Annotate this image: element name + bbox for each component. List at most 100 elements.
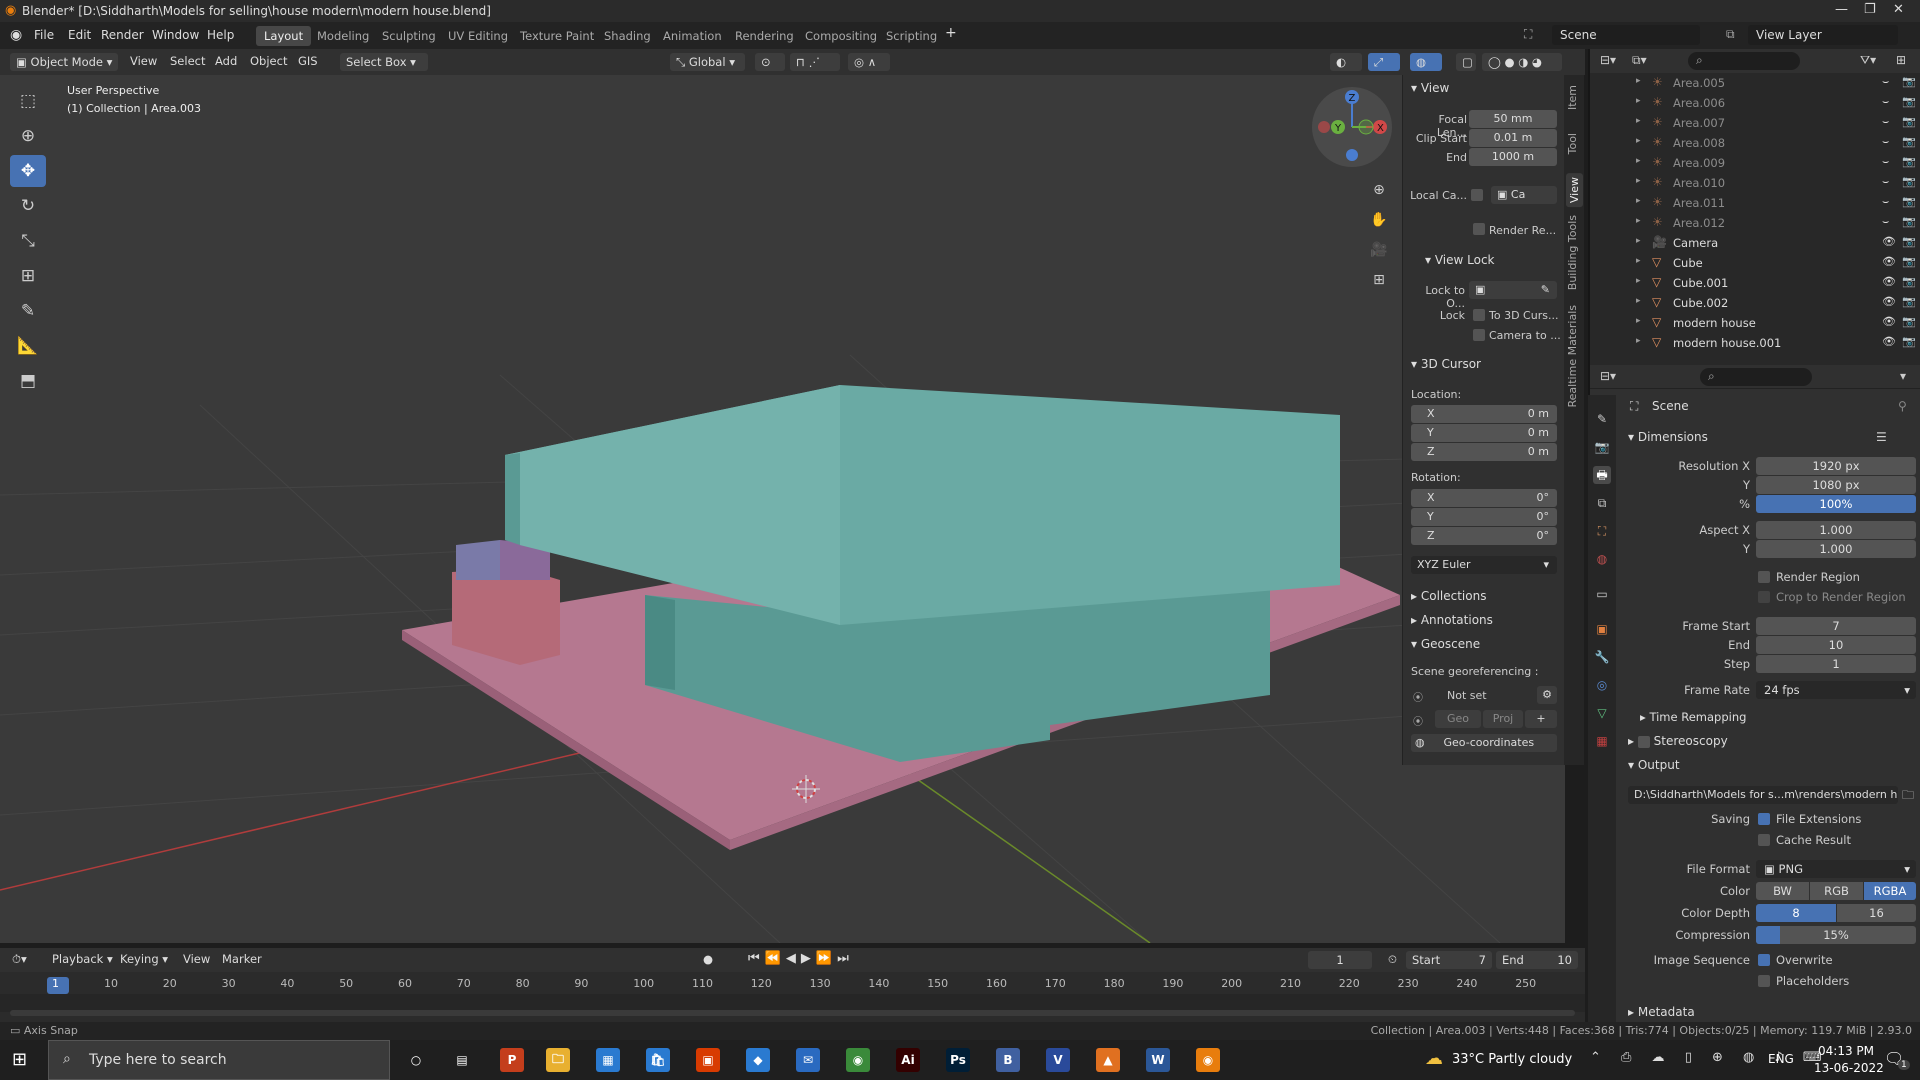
outliner-row[interactable]: ▸ ☀ Area.011 ⌣ 📷 — [1590, 193, 1920, 213]
taskbar-app-icon[interactable]: ▤ — [450, 1048, 474, 1072]
render-camera-icon[interactable]: 📷 — [1902, 275, 1916, 288]
menu-object[interactable]: Object — [250, 54, 287, 68]
add-cube-tool-icon[interactable]: ⬒ — [10, 365, 46, 397]
lock-to-object-field[interactable]: ▣ ✎ — [1469, 281, 1557, 299]
eye-icon[interactable]: 👁 — [1882, 275, 1896, 288]
sidebar-tab-view[interactable]: View — [1566, 173, 1583, 208]
render-camera-icon[interactable]: 📷 — [1902, 135, 1916, 148]
proj-button[interactable]: Proj — [1483, 710, 1523, 728]
move-tool-icon[interactable]: ✥ — [10, 155, 46, 187]
menu-gis[interactable]: GIS — [298, 54, 318, 68]
render-camera-icon[interactable]: 📷 — [1902, 95, 1916, 108]
color-depth-16-button[interactable]: 16 — [1837, 904, 1916, 922]
hidden-eye-icon[interactable]: ⌣ — [1882, 215, 1889, 229]
sidebar-tab-item[interactable]: Item — [1566, 85, 1579, 110]
frame-step-field[interactable]: 1 — [1756, 655, 1916, 673]
object-props-icon[interactable]: ▣ — [1593, 620, 1611, 638]
frame-start-field[interactable]: 7 — [1756, 617, 1916, 635]
3d-viewport[interactable]: User Perspective (1) Collection | Area.0… — [0, 75, 1565, 943]
time-remapping-header[interactable]: ▸ Time Remapping — [1640, 710, 1746, 724]
weather-text[interactable]: 33°C Partly cloudy — [1452, 1052, 1572, 1067]
file-format-dropdown[interactable]: ▣ PNG ▾ — [1756, 860, 1916, 878]
taskbar-app-icon[interactable]: 🛍 — [646, 1048, 670, 1072]
outliner-editor-icon[interactable]: ⊟▾ — [1600, 53, 1616, 67]
display-mode-icon[interactable]: ⧉▾ — [1632, 53, 1647, 68]
aspect-x-field[interactable]: 1.000 — [1756, 521, 1916, 539]
resolution-percent-field[interactable]: 100% — [1756, 495, 1916, 513]
focal-length-field[interactable]: 50 mm — [1469, 110, 1557, 128]
expand-arrow-icon[interactable]: ▸ — [1636, 196, 1641, 206]
geo-button[interactable]: Geo — [1435, 710, 1481, 728]
expand-arrow-icon[interactable]: ▸ — [1636, 276, 1641, 286]
render-props-icon[interactable]: 📷 — [1593, 438, 1611, 456]
outliner-row[interactable]: ▸ ☀ Area.006 ⌣ 📷 — [1590, 93, 1920, 113]
properties-options-icon[interactable]: ▾ — [1900, 369, 1906, 383]
outliner-row[interactable]: ▸ 🎥 Camera 👁 📷 — [1590, 233, 1920, 253]
filter-icon[interactable]: ⛛▾ — [1860, 53, 1876, 68]
tab-texture-paint[interactable]: Texture Paint — [512, 26, 602, 46]
menu-file[interactable]: File — [34, 28, 54, 42]
lock-to-cursor-checkbox[interactable] — [1473, 309, 1485, 321]
view-layer-selector[interactable]: View Layer — [1748, 25, 1898, 45]
overlay-toggle-icon[interactable]: ◍ — [1410, 53, 1442, 71]
clock-date[interactable]: 13-06-2022 — [1814, 1061, 1884, 1075]
eye-icon[interactable]: 👁 — [1882, 235, 1896, 248]
eyedropper-icon[interactable]: ✎ — [1541, 281, 1553, 299]
expand-arrow-icon[interactable]: ▸ — [1636, 116, 1641, 126]
color-rgb-button[interactable]: RGB — [1810, 882, 1863, 900]
timeline-view-menu[interactable]: View — [183, 952, 210, 966]
gizmo-toggle-icon[interactable]: ⤢ — [1368, 53, 1400, 71]
outliner-row[interactable]: ▸ ☀ Area.008 ⌣ 📷 — [1590, 133, 1920, 153]
taskbar-app-icon[interactable]: ◉ — [1196, 1048, 1220, 1072]
hidden-eye-icon[interactable]: ⌣ — [1882, 95, 1889, 109]
taskbar-app-icon[interactable]: 🗀 — [546, 1048, 570, 1072]
collections-section-header[interactable]: ▸ Collections — [1411, 589, 1486, 603]
expand-arrow-icon[interactable]: ▸ — [1636, 316, 1641, 326]
navigation-gizmo[interactable]: Z X Y — [1310, 85, 1394, 169]
close-button[interactable]: ✕ — [1893, 2, 1904, 17]
sidebar-tab-tool[interactable]: Tool — [1566, 133, 1579, 154]
eye-icon[interactable]: 👁 — [1882, 255, 1896, 268]
taskbar-app-icon[interactable]: ○ — [404, 1048, 428, 1072]
properties-editor-icon[interactable]: ⊟▾ — [1600, 369, 1616, 383]
taskbar-app-icon[interactable]: ▦ — [596, 1048, 620, 1072]
render-camera-icon[interactable]: 📷 — [1902, 195, 1916, 208]
geo-coordinates-button[interactable]: ◍ Geo-coordinates — [1411, 734, 1557, 752]
taskbar-app-icon[interactable]: B — [996, 1048, 1020, 1072]
aspect-y-field[interactable]: 1.000 — [1756, 540, 1916, 558]
expand-arrow-icon[interactable]: ▸ — [1636, 216, 1641, 226]
annotations-section-header[interactable]: ▸ Annotations — [1411, 613, 1493, 627]
marker-menu[interactable]: Marker — [222, 952, 262, 966]
crop-checkbox[interactable] — [1758, 591, 1770, 603]
expand-arrow-icon[interactable]: ▸ — [1636, 76, 1641, 86]
camera-view-icon[interactable]: 🎥 — [1368, 235, 1390, 265]
folder-icon[interactable]: 🗀 — [1902, 786, 1914, 807]
render-camera-icon[interactable]: 📷 — [1902, 235, 1916, 248]
clip-end-field[interactable]: 1000 m — [1469, 148, 1557, 166]
stereoscopy-checkbox[interactable] — [1637, 735, 1650, 748]
geoscene-section-header[interactable]: ▾ Geoscene — [1411, 637, 1480, 651]
view-lock-header[interactable]: ▾ View Lock — [1425, 253, 1495, 267]
menu-edit[interactable]: Edit — [68, 28, 91, 42]
hidden-eye-icon[interactable]: ⌣ — [1882, 155, 1889, 169]
render-camera-icon[interactable]: 📷 — [1902, 315, 1916, 328]
taskbar-app-icon[interactable]: ▲ — [1096, 1048, 1120, 1072]
restore-button[interactable]: ❐ — [1864, 2, 1876, 17]
view-layer-props-icon[interactable]: ⧉ — [1593, 494, 1611, 512]
eye-icon[interactable]: 👁 — [1882, 335, 1896, 348]
keying-menu[interactable]: Keying ▾ — [120, 952, 168, 966]
tab-layout[interactable]: Layout — [256, 26, 312, 46]
taskbar-app-icon[interactable]: V — [1046, 1048, 1070, 1072]
windows-start-icon[interactable]: ⊞ — [12, 1049, 27, 1070]
menu-help[interactable]: Help — [207, 28, 234, 42]
tab-uv-editing[interactable]: UV Editing — [440, 26, 516, 46]
rotation-mode-dropdown[interactable]: XYZ Euler ▾ — [1411, 556, 1557, 574]
tab-compositing[interactable]: Compositing — [797, 26, 885, 46]
scene-props-icon[interactable]: ⛶ — [1593, 522, 1611, 540]
color-bw-button[interactable]: BW — [1756, 882, 1809, 900]
playback-controls[interactable]: ⏮⏪◀▶⏩⏭ — [748, 951, 854, 966]
outliner-row[interactable]: ▸ ☀ Area.010 ⌣ 📷 — [1590, 173, 1920, 193]
record-icon[interactable]: ● — [703, 952, 713, 966]
start-frame-field[interactable]: Start 7 — [1406, 951, 1492, 969]
select-box-dropdown[interactable]: Select Box ▾ — [340, 53, 428, 71]
